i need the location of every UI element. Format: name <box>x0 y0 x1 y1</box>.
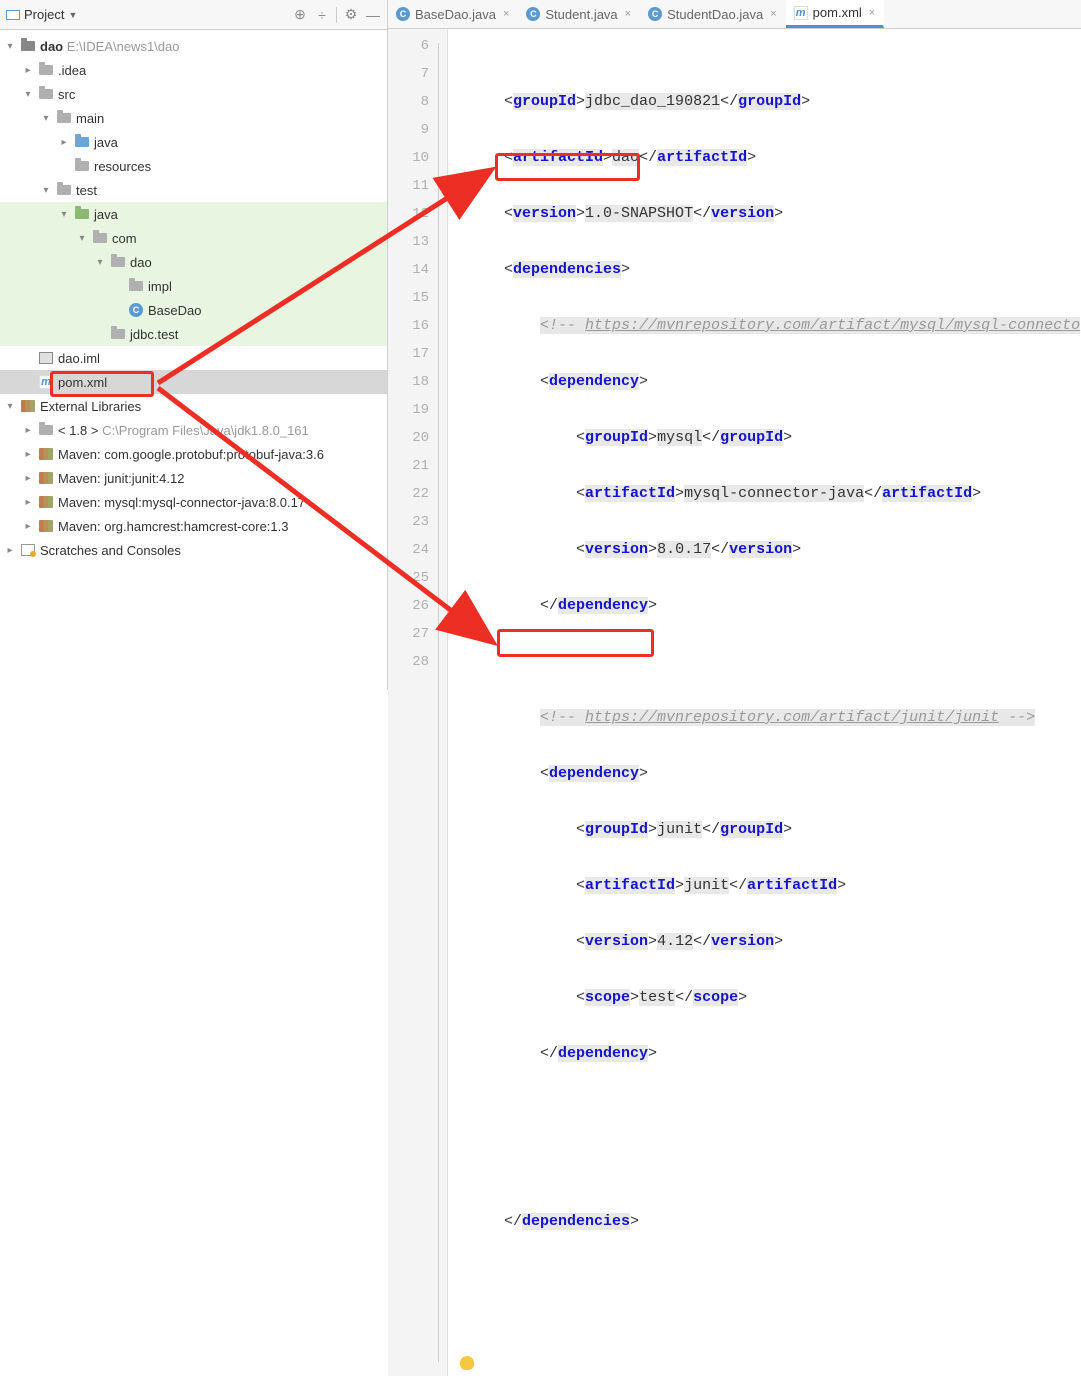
tree-node-basedao[interactable]: CBaseDao <box>0 298 387 322</box>
editor-tabs: CBaseDao.java× CStudent.java× CStudentDa… <box>388 0 1081 29</box>
tree-node-src[interactable]: src <box>0 82 387 106</box>
maven-file-icon: m <box>794 6 808 20</box>
tree-node-mvn-junit[interactable]: Maven: junit:junit:4.12 <box>0 466 387 490</box>
tree-node-root[interactable]: dao E:\IDEA\news1\dao <box>0 34 387 58</box>
tree-node-scratches[interactable]: Scratches and Consoles <box>0 538 387 562</box>
tree-node-main[interactable]: main <box>0 106 387 130</box>
tab-student[interactable]: CStudent.java× <box>518 0 640 28</box>
tree-node-com[interactable]: com <box>0 226 387 250</box>
tree-node-daoiml[interactable]: dao.iml <box>0 346 387 370</box>
project-panel: Project ▼ ⊕ ÷ ⚙ — dao E:\IDEA\news1\dao … <box>0 0 388 690</box>
tree-node-jdk[interactable]: < 1.8 > C:\Program Files\Java\jdk1.8.0_1… <box>0 418 387 442</box>
project-label[interactable]: Project <box>24 7 64 22</box>
close-icon[interactable]: × <box>625 8 631 20</box>
close-icon[interactable]: × <box>770 8 776 20</box>
tab-pom[interactable]: mpom.xml× <box>786 0 885 28</box>
tree-node-impl[interactable]: impl <box>0 274 387 298</box>
tree-node-resources[interactable]: resources <box>0 154 387 178</box>
tree-node-test[interactable]: test <box>0 178 387 202</box>
code-editor[interactable]: 6789101112131415161718192021222324252627… <box>388 29 1081 1376</box>
close-icon[interactable]: × <box>869 7 875 19</box>
chevron-down-icon[interactable]: ▼ <box>68 10 77 20</box>
gear-icon[interactable]: ⚙ <box>343 7 359 23</box>
tree-node-pom[interactable]: mpom.xml <box>0 370 387 394</box>
line-gutter: 6789101112131415161718192021222324252627… <box>388 29 448 1376</box>
focus-icon[interactable]: ⊕ <box>292 7 308 23</box>
minimize-icon[interactable]: — <box>365 7 381 23</box>
tab-studentdao[interactable]: CStudentDao.java× <box>640 0 786 28</box>
project-tree[interactable]: dao E:\IDEA\news1\dao .idea src main jav… <box>0 30 387 690</box>
tree-node-mvn-mysql[interactable]: Maven: mysql:mysql-connector-java:8.0.17 <box>0 490 387 514</box>
java-class-icon: C <box>396 7 410 21</box>
tree-node-extlibs[interactable]: External Libraries <box>0 394 387 418</box>
tree-node-dao[interactable]: dao <box>0 250 387 274</box>
tree-node-java-test[interactable]: java <box>0 202 387 226</box>
tree-node-jdbctest[interactable]: jdbc.test <box>0 322 387 346</box>
tree-node-mvn-protobuf[interactable]: Maven: com.google.protobuf:protobuf-java… <box>0 442 387 466</box>
divider <box>336 7 337 23</box>
expand-icon[interactable]: ÷ <box>314 7 330 23</box>
project-window-icon <box>6 10 20 20</box>
tree-node-java-main[interactable]: java <box>0 130 387 154</box>
tab-basedao[interactable]: CBaseDao.java× <box>388 0 518 28</box>
tree-node-mvn-hamcrest[interactable]: Maven: org.hamcrest:hamcrest-core:1.3 <box>0 514 387 538</box>
java-class-icon: C <box>526 7 540 21</box>
code-area[interactable]: <groupId>jdbc_dao_190821</groupId> <arti… <box>448 29 1081 1376</box>
java-class-icon: C <box>648 7 662 21</box>
intention-bulb-icon[interactable] <box>460 1356 474 1370</box>
tree-node-idea[interactable]: .idea <box>0 58 387 82</box>
close-icon[interactable]: × <box>503 8 509 20</box>
editor-panel: CBaseDao.java× CStudent.java× CStudentDa… <box>388 0 1081 690</box>
project-toolbar: Project ▼ ⊕ ÷ ⚙ — <box>0 0 387 30</box>
